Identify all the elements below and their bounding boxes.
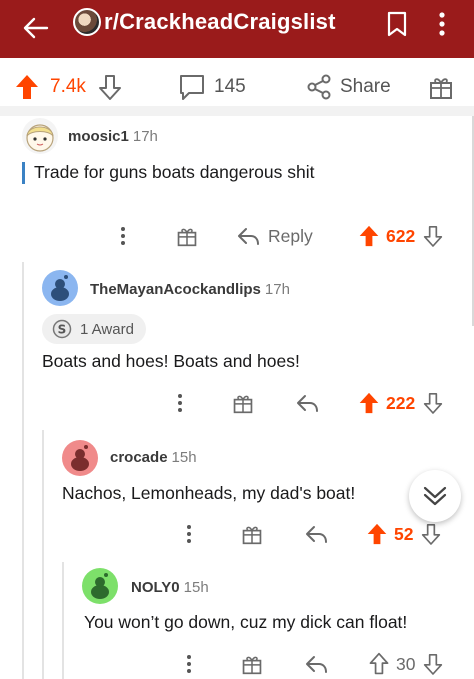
reply-button[interactable] [302,650,330,678]
avatar[interactable] [22,118,58,154]
comment-vote-group: 30 [368,650,443,678]
username-text[interactable]: NOLY0 [131,579,180,596]
more-vertical-icon [121,227,125,245]
chevron-down-double-icon [423,486,447,506]
award-label: 1 Award [80,320,134,338]
thread-line [62,562,64,679]
reply-button[interactable]: Reply [236,222,313,250]
share-icon [307,74,331,100]
app-header: r/CrackheadCraigslist [0,0,474,58]
comment-score: 52 [394,523,414,544]
bookmark-button[interactable] [382,6,412,42]
gift-icon [233,395,253,414]
more-vertical-icon [187,655,191,673]
section-divider [0,106,474,116]
avatar[interactable] [42,270,78,306]
comment-username[interactable]: NOLY0 15h [131,579,209,596]
thread-line [42,430,44,679]
comment-time: 15h [183,579,209,596]
arrow-down-icon[interactable] [421,522,441,546]
back-button[interactable] [14,8,58,48]
username-text[interactable]: moosic1 [68,128,129,145]
gift-icon [242,526,262,545]
arrow-down-icon[interactable] [423,652,443,676]
arrow-down-icon[interactable] [423,391,443,415]
more-vertical-icon [439,12,445,36]
comment-more-button[interactable] [168,389,192,417]
more-vertical-icon [187,525,191,543]
comment-body: Nachos, Lemonheads, my dad's boat! [62,483,356,503]
comment-vote-group: 52 [366,520,441,548]
comment-award-button[interactable] [229,389,257,417]
anime-avatar-icon [26,124,54,152]
snoo-icon [71,445,89,471]
comment-username[interactable]: TheMayanAcockandlips 17h [90,281,290,298]
arrow-up-icon[interactable] [358,224,380,248]
comment-more-button[interactable] [177,650,201,678]
arrow-up-icon[interactable] [358,391,380,415]
reply-arrow-icon [297,395,318,412]
arrow-up-icon[interactable] [14,73,40,101]
award-badge[interactable]: S 1 Award [42,314,146,344]
username-text[interactable]: crocade [110,449,168,466]
reply-button[interactable] [302,520,330,548]
post-upvote-count: 7.4k [50,76,86,97]
silver-award-icon: S [52,319,72,339]
comment-score: 30 [396,653,416,674]
bookmark-icon [387,11,407,37]
reply-arrow-icon [306,526,327,543]
gift-icon [242,656,262,675]
comment-time: 17h [264,281,290,298]
comment-username[interactable]: crocade 15h [110,449,197,466]
comment-score: 622 [386,225,416,246]
quote-bar [22,162,25,184]
comment-time: 15h [171,449,197,466]
reply-arrow-icon [306,656,327,673]
gift-icon [430,78,452,99]
comment-body: Boats and hoes! Boats and hoes! [42,351,300,371]
avatar[interactable] [62,440,98,476]
scroll-next-button[interactable] [409,470,461,522]
arrow-down-icon[interactable] [423,224,443,248]
reply-button[interactable] [293,389,321,417]
arrow-left-icon [23,17,49,39]
comment-username[interactable]: moosic1 17h [68,128,158,145]
comment-award-button[interactable] [173,222,201,250]
arrow-up-icon[interactable] [366,522,388,546]
comment-body: Trade for guns boats dangerous shit [34,162,315,182]
svg-text:S: S [58,323,67,337]
speech-bubble-icon [180,75,204,100]
reply-arrow-icon [238,228,259,245]
snoo-icon [51,275,69,301]
comment-time: 17h [132,128,158,145]
subreddit-avatar[interactable] [73,8,101,36]
comment-body: You won’t go down, cuz my dick can float… [84,612,408,632]
gift-icon [177,228,197,247]
comment-more-button[interactable] [111,222,135,250]
username-text[interactable]: TheMayanAcockandlips [90,281,261,298]
comment-score: 222 [386,392,416,413]
more-vertical-icon [178,394,182,412]
comment-award-button[interactable] [238,650,266,678]
post-share-label: Share [340,76,391,97]
avatar[interactable] [82,568,118,604]
snoo-icon [91,573,109,599]
comment-award-button[interactable] [238,520,266,548]
post-comments-count: 145 [214,76,246,97]
subreddit-title[interactable]: r/CrackheadCraigslist [104,9,336,35]
comment-more-button[interactable] [177,520,201,548]
more-options-button[interactable] [428,4,456,44]
reply-label: Reply [268,225,313,246]
comment-vote-group: 222 [358,389,443,417]
arrow-up-icon[interactable] [368,652,390,676]
thread-line [22,262,24,679]
arrow-down-icon[interactable] [98,73,122,101]
comment-vote-group: 622 [358,222,443,250]
